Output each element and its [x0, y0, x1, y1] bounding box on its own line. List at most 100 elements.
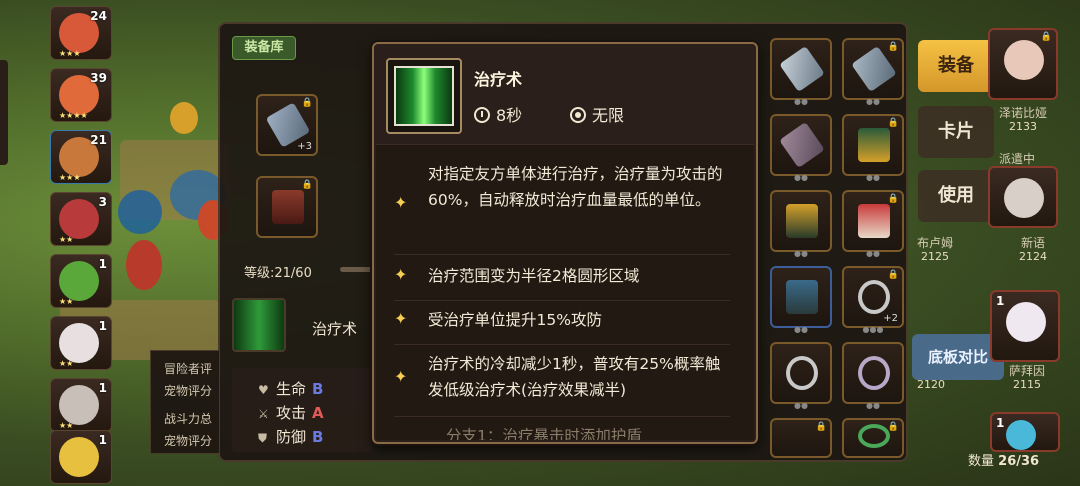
- inventory-slot[interactable]: ●●: [770, 38, 832, 106]
- hero-level: 1: [98, 433, 107, 447]
- quantity-counter: 数量 26/36: [968, 450, 1039, 469]
- armor-icon: [786, 204, 818, 238]
- hero-status: 派遣中: [998, 152, 1035, 166]
- hero-portrait[interactable]: 🔒: [988, 28, 1058, 100]
- hero-stars: ★★: [59, 235, 74, 244]
- map-banner: [170, 102, 198, 134]
- hero-name: 新语: [1020, 236, 1045, 250]
- inventory-slot[interactable]: 🔒 ●●: [842, 190, 904, 258]
- stat-label: 防御: [276, 428, 307, 446]
- hero-score: 2133: [1009, 120, 1037, 133]
- lock-icon: 🔒: [1040, 32, 1052, 42]
- staff-icon: [851, 45, 897, 93]
- equipped-weapon-slot[interactable]: 🔒 +3: [256, 94, 318, 156]
- effect-item: ✦ 治疗范围变为半径2格圆形区域: [394, 257, 730, 301]
- hero-card[interactable]: 1 ★★: [50, 378, 112, 432]
- slot-dots: ●●: [794, 173, 808, 182]
- robe-icon: [786, 280, 818, 314]
- lock-icon: 🔒: [301, 180, 313, 190]
- skill-effects-list: ✦ 对指定友方单体进行治疗，治疗量为攻击的60%，自动释放时治疗血量最低的单位。…: [376, 144, 754, 440]
- equipment-level: 等级:21/60: [244, 266, 312, 281]
- inventory-slot[interactable]: ●●: [842, 342, 904, 410]
- map-character[interactable]: [126, 240, 162, 290]
- hero-stars: ★★: [59, 359, 74, 368]
- effect-text: 分支1：治疗暴击时添加护盾: [446, 427, 642, 440]
- lock-icon: 🔒: [887, 422, 899, 432]
- hero-card[interactable]: 24 ★★★: [50, 6, 112, 60]
- inventory-slot[interactable]: 🔒 +2 ●●●: [842, 266, 904, 334]
- slot-dots: ●●: [794, 325, 808, 334]
- stat-hp: ♥ 生命 B: [258, 378, 323, 399]
- hero-score: 2115: [1013, 378, 1041, 391]
- stat-attack: ⚔ 攻击 A: [258, 402, 324, 423]
- heart-icon: ♥: [258, 383, 269, 397]
- heal-skill-icon[interactable]: [232, 298, 286, 352]
- sword-icon: ⚔: [258, 407, 269, 421]
- effect-text: 对指定友方单体进行治疗，治疗量为攻击的60%，自动释放时治疗血量最低的单位。: [428, 165, 723, 209]
- inventory-slot[interactable]: ●●: [770, 114, 832, 182]
- ring-icon: [858, 280, 890, 314]
- hero-portrait[interactable]: 1: [990, 290, 1060, 362]
- hero-card[interactable]: 1 ★★: [50, 254, 112, 308]
- lock-icon: 🔒: [887, 194, 899, 204]
- hero-score: 2124: [1019, 250, 1047, 263]
- robe-icon: [858, 204, 890, 238]
- inventory-slot[interactable]: 🔒 ●●: [842, 114, 904, 182]
- hero-level: 3: [98, 195, 107, 209]
- hero-card[interactable]: 1 ★★: [50, 316, 112, 370]
- hero-avatar: [59, 385, 99, 425]
- range-value: 无限: [592, 106, 625, 125]
- hero-card[interactable]: 39 ★★★★: [50, 68, 112, 122]
- hero-name: 萨拜因: [1008, 364, 1045, 378]
- slot-dots: ●●: [866, 249, 880, 258]
- target-icon: [570, 107, 586, 123]
- stat-grade: B: [312, 380, 324, 398]
- equipped-armor-slot[interactable]: 🔒: [256, 176, 318, 238]
- skill-icon-frame: [386, 58, 462, 134]
- stat-label: 生命: [276, 380, 307, 398]
- ring-icon: [858, 424, 890, 448]
- slot-dots: ●●: [866, 97, 880, 106]
- use-button[interactable]: 使用: [918, 170, 994, 222]
- map-creature-blue[interactable]: [118, 190, 162, 234]
- hero-count: 1: [996, 294, 1005, 308]
- slot-dots: ●●: [794, 249, 808, 258]
- hero-stars: ★★★: [59, 173, 81, 182]
- enhance-level: +2: [883, 313, 898, 324]
- effect-item: ✦ 治疗术的冷却减少1秒，普攻有25%概率触发低级治疗术(治疗效果减半): [394, 345, 730, 417]
- hero-level: 1: [98, 319, 107, 333]
- hero-portrait[interactable]: [988, 166, 1058, 228]
- hero-stars: ★★★★: [59, 111, 88, 120]
- skill-label: 治疗术: [312, 320, 358, 338]
- hero-card[interactable]: 1: [50, 430, 112, 484]
- info-line: 战斗力总: [164, 412, 213, 426]
- inventory-slot[interactable]: 🔒: [842, 418, 904, 458]
- hero-avatar: [59, 437, 99, 477]
- inventory-slot[interactable]: ●●: [770, 342, 832, 410]
- sparkle-icon: ✦: [394, 265, 408, 284]
- inventory-slot[interactable]: ●●: [770, 190, 832, 258]
- equip-button[interactable]: 装备: [918, 40, 994, 92]
- left-edge-tab[interactable]: [0, 60, 8, 165]
- staff-icon: [779, 121, 825, 169]
- inventory-slot[interactable]: ●●: [770, 266, 832, 334]
- inventory-slot[interactable]: 🔒: [770, 418, 832, 458]
- armor-icon: [858, 128, 890, 162]
- lock-icon: 🔒: [887, 42, 899, 52]
- equipment-library-tab[interactable]: 装备库: [232, 36, 296, 60]
- hero-portrait[interactable]: 1: [990, 412, 1060, 452]
- hero-avatar: [59, 261, 99, 301]
- hero-level: 21: [90, 133, 107, 147]
- hero-level: 1: [98, 257, 107, 271]
- hero-card[interactable]: 3 ★★: [50, 192, 112, 246]
- hero-level: 39: [90, 71, 107, 85]
- robe-icon: [272, 190, 304, 224]
- hero-card[interactable]: 21 ★★★: [50, 130, 112, 184]
- hero-avatar: [59, 199, 99, 239]
- hero-name: 泽诺比娅: [998, 106, 1047, 120]
- inventory-slot[interactable]: 🔒 ●●: [842, 38, 904, 106]
- slot-dots: ●●: [794, 97, 808, 106]
- ring-icon: [786, 356, 818, 390]
- slot-dots: ●●●: [862, 325, 884, 334]
- hero-level: 1: [98, 381, 107, 395]
